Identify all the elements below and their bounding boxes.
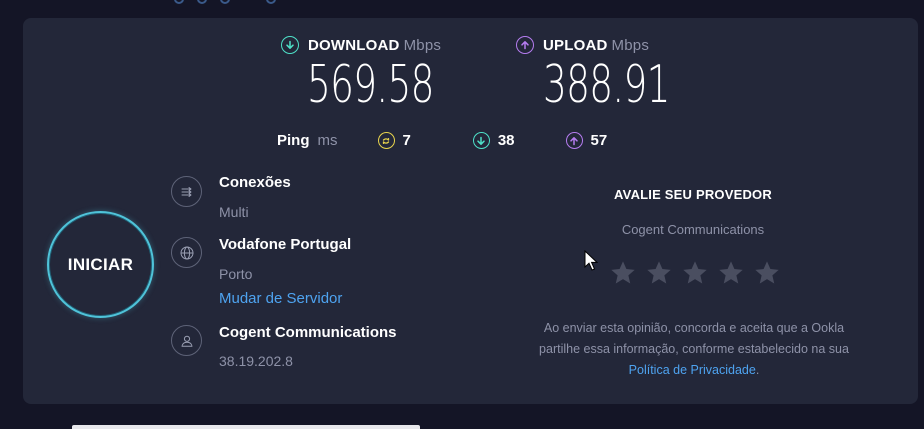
star-icon[interactable] [717, 259, 745, 287]
star-icon[interactable] [609, 259, 637, 287]
result-dot-icon [174, 0, 184, 4]
connections-title: Conexões [219, 174, 291, 191]
star-icon[interactable] [645, 259, 673, 287]
arrow-up-circle-icon [516, 36, 534, 54]
rate-provider-name: Cogent Communications [621, 222, 765, 237]
server-location: Porto [219, 266, 253, 282]
download-unit: Mbps [403, 36, 442, 54]
ping-idle-value: 7 [402, 132, 411, 149]
rate-provider-title: AVALIE SEU PROVEDOR [614, 187, 772, 202]
upload-result: UPLOAD Mbps [516, 36, 649, 54]
ping-upload-value: 57 [590, 132, 608, 149]
ping-row: Ping ms 7 38 57 [253, 132, 607, 149]
ping-unit: ms [317, 132, 338, 149]
result-dot-icon [220, 0, 230, 4]
start-button[interactable]: INICIAR [47, 211, 154, 318]
top-strip [0, 0, 924, 18]
privacy-policy-link[interactable]: Política de Privacidade [629, 363, 756, 377]
ping-download: 38 [472, 132, 515, 149]
server-name: Vodafone Portugal [219, 236, 352, 253]
ping-label: Ping [277, 132, 310, 149]
download-label: DOWNLOAD [308, 36, 400, 54]
mouse-cursor-icon [584, 250, 598, 271]
provider-ip: 38.19.202.8 [219, 353, 293, 369]
user-icon [171, 325, 202, 356]
disclaimer-line-1: Ao enviar esta opinião, concorda e aceit… [543, 321, 845, 335]
ping-upload: 57 [565, 132, 608, 149]
connections-value: Multi [219, 204, 249, 220]
provider-name: Cogent Communications [219, 324, 397, 341]
upload-unit: Mbps [611, 36, 650, 54]
privacy-suffix: . [755, 363, 760, 377]
connections-icon [171, 176, 202, 207]
disclaimer-line-3: Política de Privacidade. [494, 360, 894, 381]
upload-value: 388.91 [543, 55, 670, 115]
rating-disclaimer: Ao enviar esta opinião, concorda e aceit… [494, 318, 894, 381]
star-rating[interactable] [609, 259, 789, 287]
ping-download-value: 38 [497, 132, 515, 149]
globe-icon [171, 237, 202, 268]
arrow-up-circle-icon [565, 132, 583, 149]
star-icon[interactable] [681, 259, 709, 287]
ping-idle: 7 [377, 132, 411, 149]
result-dot-icon [266, 0, 276, 4]
download-value: 569.58 [307, 55, 434, 115]
download-result: DOWNLOAD Mbps [281, 36, 441, 54]
bottom-bar [72, 425, 420, 429]
upload-label: UPLOAD [543, 36, 608, 54]
arrow-down-circle-icon [281, 36, 299, 54]
change-server-link[interactable]: Mudar de Servidor [219, 290, 342, 307]
result-dot-icon [197, 0, 207, 4]
upload-header: UPLOAD Mbps [516, 36, 649, 54]
disclaimer-line-2: partilhe essa informação, conforme estab… [539, 342, 849, 356]
arrow-down-circle-icon [472, 132, 490, 149]
ping-idle-icon [377, 132, 395, 149]
download-header: DOWNLOAD Mbps [281, 36, 441, 54]
star-icon[interactable] [753, 259, 781, 287]
